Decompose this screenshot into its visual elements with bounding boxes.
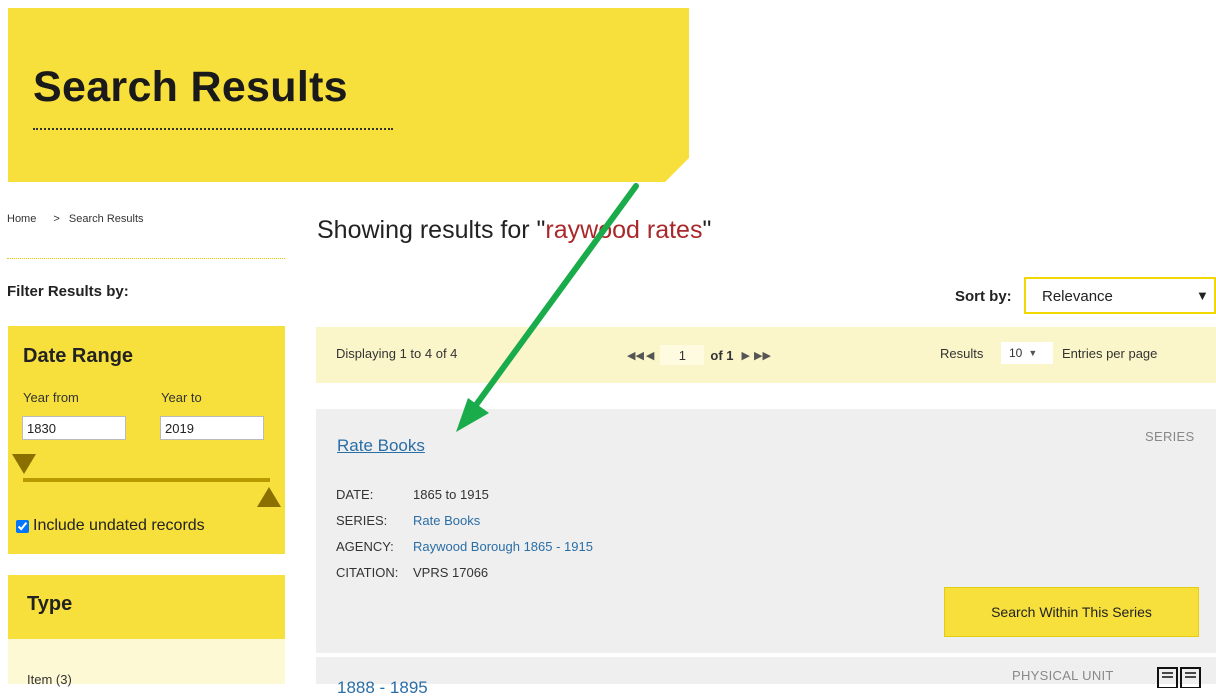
year-from-label: Year from	[23, 390, 79, 405]
results-heading-suffix: "	[702, 216, 712, 244]
date-range-title: Date Range	[23, 345, 134, 367]
chevron-down-icon: ▼	[1028, 348, 1038, 358]
result-citation: CITATION: VPRS 17066	[336, 565, 488, 580]
result-date: DATE: 1865 to 1915	[336, 487, 489, 502]
result-agency: AGENCY: Raywood Borough 1865 - 1915	[336, 539, 593, 554]
result-title-link[interactable]: 1888 - 1895	[337, 678, 428, 698]
type-item[interactable]: Item (3)	[27, 672, 72, 687]
year-to-label: Year to	[161, 390, 202, 405]
prev-page-icon[interactable]: ◀	[646, 349, 654, 362]
last-page-icon[interactable]: ▶▶	[754, 349, 771, 362]
first-page-icon[interactable]: ◀◀	[627, 349, 644, 362]
date-value: 1865 to 1915	[413, 487, 489, 502]
filter-title: Filter Results by:	[7, 283, 129, 300]
breadcrumb-home-link[interactable]: Home	[7, 213, 36, 225]
citation-key: CITATION:	[336, 565, 399, 580]
sort-label: Sort by:	[955, 288, 1012, 305]
agency-key: AGENCY:	[336, 539, 394, 554]
sidebar-divider	[7, 258, 285, 259]
search-query: raywood rates	[545, 216, 703, 244]
slider-end-handle[interactable]	[257, 487, 281, 507]
search-within-series-button[interactable]: Search Within This Series	[944, 587, 1199, 637]
result-title-link[interactable]: Rate Books	[337, 436, 425, 456]
page-number-input[interactable]	[660, 345, 705, 365]
displaying-count: Displaying 1 to 4 of 4	[336, 346, 458, 361]
results-label: Results	[940, 346, 984, 361]
page-title: Search Results	[33, 63, 348, 111]
slider-start-handle[interactable]	[12, 454, 36, 474]
agency-link[interactable]: Raywood Borough 1865 - 1915	[413, 539, 593, 554]
result-type-badge: SERIES	[1145, 429, 1195, 444]
series-link[interactable]: Rate Books	[413, 513, 480, 528]
result-type-badge: PHYSICAL UNIT	[1012, 668, 1114, 683]
pagination-controls: ◀◀ ◀ of 1 ▶ ▶▶	[627, 345, 771, 365]
year-from-input[interactable]	[22, 416, 126, 440]
citation-value: VPRS 17066	[413, 565, 489, 580]
include-undated-label: Include undated records	[33, 517, 205, 534]
per-page-value: 10	[1009, 346, 1023, 360]
include-undated-checkbox[interactable]	[16, 519, 29, 533]
entries-label: Entries per page	[1062, 346, 1158, 361]
book-icon	[1157, 667, 1201, 688]
result-series: SERIES: Rate Books	[336, 513, 480, 528]
breadcrumb-current: Search Results	[68, 213, 144, 225]
date-key: DATE:	[336, 487, 374, 502]
breadcrumb: Home > Search Results	[7, 213, 150, 225]
series-key: SERIES:	[336, 513, 388, 528]
results-heading: Showing results for "raywood rates"	[317, 216, 711, 245]
year-to-input[interactable]	[160, 416, 264, 440]
page-total: of 1	[710, 347, 734, 363]
type-title: Type	[27, 593, 73, 615]
include-undated-option[interactable]: Include undated records	[16, 517, 205, 535]
sort-select[interactable]: Relevance	[1024, 277, 1216, 314]
next-page-icon[interactable]: ▶	[742, 349, 750, 362]
dropdown-arrow-icon[interactable]: ▼	[1196, 288, 1209, 303]
title-underline	[33, 128, 393, 130]
per-page-select[interactable]: 10 ▼	[1001, 342, 1053, 364]
breadcrumb-separator: >	[53, 213, 60, 225]
results-heading-prefix: Showing results for "	[317, 216, 546, 244]
date-slider-track[interactable]	[23, 478, 270, 482]
sort-value: Relevance	[1042, 288, 1113, 305]
